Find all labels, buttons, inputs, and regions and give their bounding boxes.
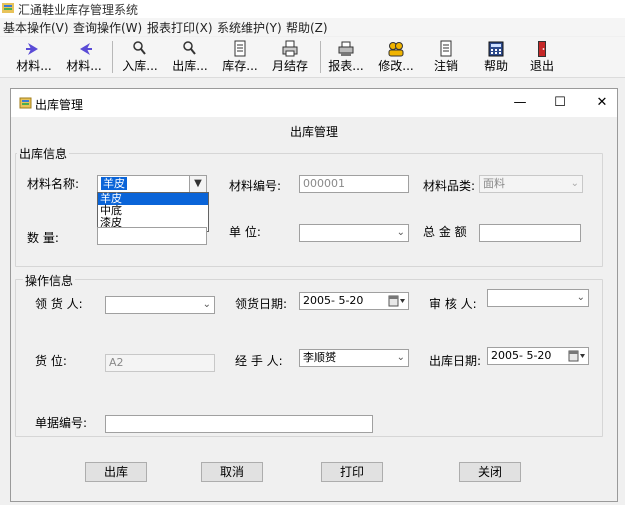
operation-info-group-label: 操作信息 — [23, 272, 76, 289]
app-title: 汇通鞋业库存管理系统 — [18, 3, 139, 17]
receive-date-label: 领货日期: — [235, 297, 288, 311]
arrow-left-icon — [80, 43, 92, 55]
material-category-label: 材料品类: — [423, 179, 476, 193]
close-icon[interactable]: ✕ — [593, 94, 611, 112]
maximize-icon[interactable]: ☐ — [551, 94, 569, 112]
chevron-down-icon: ⌄ — [576, 292, 585, 303]
toolbar-label: 月结存 — [271, 59, 308, 73]
toolbar-modify-button[interactable]: 修改... — [374, 39, 418, 75]
exit-door-icon — [538, 41, 546, 57]
toolbar-label: 注销 — [433, 59, 458, 73]
menu-query-operations[interactable]: 查询操作(W) — [73, 19, 142, 36]
app-logo-icon — [2, 3, 14, 13]
app-titlebar: 汇通鞋业库存管理系统 — [0, 0, 625, 18]
outbound-date-value: 2005- 5-20 — [491, 349, 552, 362]
reviewer-combobox[interactable]: ⌄ — [487, 289, 589, 307]
toolbar-label: 出库... — [172, 59, 208, 73]
menu-report-print[interactable]: 报表打印(X) — [147, 19, 213, 36]
close-button[interactable]: 关闭 — [459, 462, 521, 482]
toolbar-separator — [112, 41, 113, 73]
printer-icon — [338, 41, 354, 56]
material-name-label: 材料名称: — [27, 177, 80, 191]
total-amount-input[interactable] — [479, 224, 581, 242]
handler-value: 李顺赟 — [303, 351, 336, 364]
material-name-value: 羊皮 — [101, 177, 127, 190]
magnifier-icon — [183, 41, 196, 55]
users-icon — [388, 42, 404, 57]
material-category-value: 面料 — [483, 177, 505, 190]
total-amount-label: 总 金 额 — [423, 225, 467, 239]
toolbar-label: 退出 — [529, 59, 554, 73]
printer-icon — [282, 40, 298, 57]
toolbar-monthly-balance-button[interactable]: 月结存 — [268, 39, 312, 75]
arrow-right-icon — [26, 43, 38, 55]
receive-date-picker[interactable]: 2005- 5-20 — [299, 292, 409, 310]
toolbar: 材料... 材料... 入库... 出库... 库存... 月结存 报表... … — [0, 37, 625, 78]
calendar-dropdown-icon[interactable] — [568, 350, 586, 362]
chevron-down-icon: ⌄ — [396, 227, 405, 238]
toolbar-exit-button[interactable]: 退出 — [520, 39, 564, 75]
toolbar-label: 库存... — [222, 59, 258, 73]
receive-date-value: 2005- 5-20 — [303, 294, 364, 307]
toolbar-separator — [320, 41, 321, 73]
unit-combobox[interactable]: ⌄ — [299, 224, 409, 242]
toolbar-material-out-button[interactable]: 材料... — [62, 39, 106, 75]
document-icon — [234, 40, 246, 57]
toolbar-help-button[interactable]: 帮助 — [474, 39, 518, 75]
print-button[interactable]: 打印 — [321, 462, 383, 482]
window-icon — [19, 97, 32, 109]
receiver-label: 领 货 人: — [35, 297, 83, 311]
toolbar-label: 材料... — [66, 59, 102, 73]
document-number-input[interactable] — [105, 415, 373, 433]
outbound-management-window: 出库管理 — ☐ ✕ 出库管理 出库信息 材料名称: 羊皮 ▼ 羊皮 中底 漆皮… — [10, 88, 618, 502]
menu-basic-operations[interactable]: 基本操作(V) — [3, 19, 69, 36]
outbound-date-picker[interactable]: 2005- 5-20 — [487, 347, 589, 365]
unit-label: 单 位: — [229, 225, 261, 239]
receiver-combobox[interactable]: ⌄ — [105, 296, 215, 314]
calculator-icon — [488, 41, 504, 57]
chevron-down-icon: ⌄ — [202, 299, 211, 310]
toolbar-label: 材料... — [16, 59, 52, 73]
menu-system-maintenance[interactable]: 系统维护(Y) — [217, 19, 282, 36]
outbound-date-label: 出库日期: — [429, 354, 482, 368]
document-number-label: 单据编号: — [35, 416, 88, 430]
toolbar-label: 修改... — [378, 59, 414, 73]
material-category-combobox[interactable]: 面料 ⌄ — [479, 175, 583, 193]
chevron-down-icon: ⌄ — [396, 352, 405, 363]
chevron-down-icon[interactable]: ▼ — [189, 176, 206, 192]
menu-bar: 基本操作(V) 查询操作(W) 报表打印(X) 系统维护(Y) 帮助(Z) — [0, 18, 625, 36]
handler-label: 经 手 人: — [235, 354, 283, 368]
window-titlebar: 出库管理 — ☐ ✕ — [11, 89, 617, 117]
toolbar-stock-out-button[interactable]: 出库... — [168, 39, 212, 75]
magnifier-icon — [133, 41, 146, 55]
toolbar-label: 入库... — [122, 59, 158, 73]
location-input[interactable]: A2 — [105, 354, 215, 372]
toolbar-report-button[interactable]: 报表... — [324, 39, 368, 75]
location-label: 货 位: — [35, 354, 67, 368]
minimize-icon[interactable]: — — [511, 94, 529, 112]
window-title: 出库管理 — [35, 98, 84, 112]
material-code-label: 材料编号: — [229, 179, 282, 193]
toolbar-label: 帮助 — [483, 59, 508, 73]
material-name-combobox[interactable]: 羊皮 ▼ — [97, 175, 207, 193]
quantity-input[interactable] — [97, 227, 207, 245]
document-icon — [440, 40, 452, 57]
handler-combobox[interactable]: 李顺赟 ⌄ — [299, 349, 409, 367]
cancel-button[interactable]: 取消 — [201, 462, 263, 482]
toolbar-label: 报表... — [328, 59, 364, 73]
outbound-button[interactable]: 出库 — [85, 462, 147, 482]
toolbar-inventory-button[interactable]: 库存... — [218, 39, 262, 75]
reviewer-label: 审 核 人: — [429, 297, 477, 311]
quantity-label: 数 量: — [27, 231, 59, 245]
chevron-down-icon: ⌄ — [570, 178, 579, 189]
toolbar-logout-button[interactable]: 注销 — [424, 39, 468, 75]
material-name-dropdown: 羊皮 中底 漆皮 — [97, 192, 209, 232]
form-heading: 出库管理 — [289, 125, 338, 139]
outbound-info-group-label: 出库信息 — [17, 145, 70, 162]
toolbar-stock-in-button[interactable]: 入库... — [118, 39, 162, 75]
calendar-dropdown-icon[interactable] — [388, 295, 406, 307]
material-code-input[interactable]: 000001 — [299, 175, 409, 193]
menu-help[interactable]: 帮助(Z) — [286, 19, 328, 36]
toolbar-material-in-button[interactable]: 材料... — [12, 39, 56, 75]
